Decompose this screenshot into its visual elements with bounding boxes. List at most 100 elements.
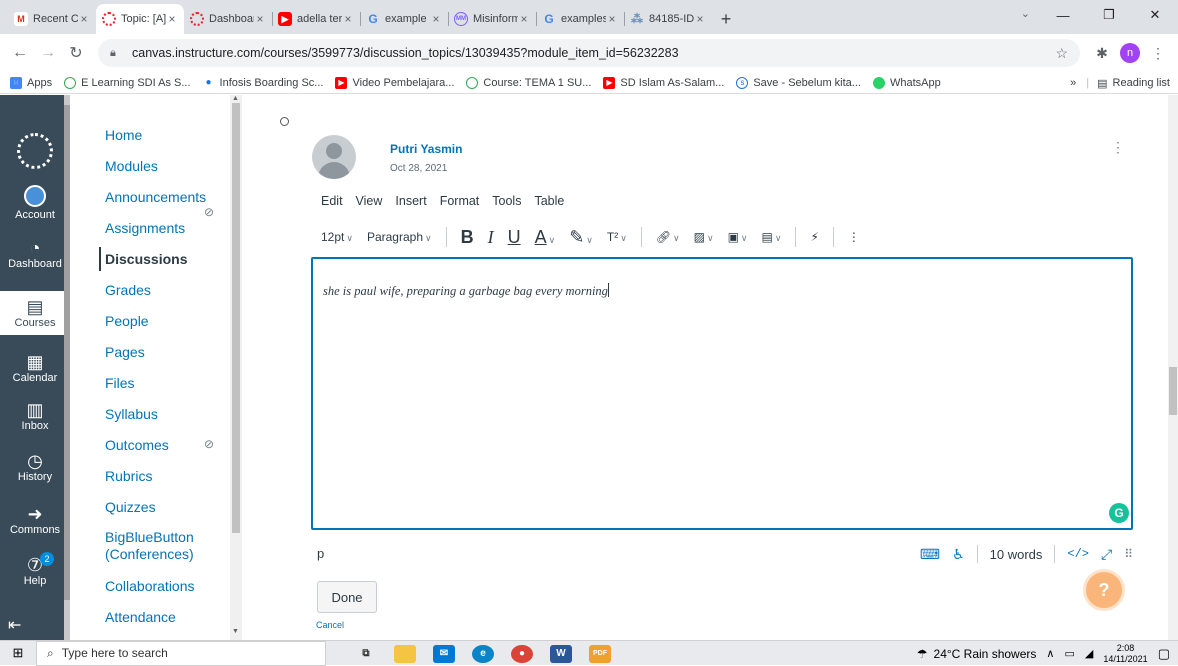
scroll-down-icon[interactable]: ▼ [232,628,239,635]
bookmark-apps[interactable]: ⁙ Apps [10,76,52,89]
author-avatar[interactable] [312,135,356,179]
collapse-nav-icon[interactable]: ⇤ [8,615,21,635]
notifications-icon[interactable]: ▢ [1158,646,1170,662]
browser-tab[interactable]: Gexample of m× [360,4,448,34]
accessibility-checker-icon[interactable]: ♿︎ [952,546,965,563]
menu-insert[interactable]: Insert [395,194,426,208]
word-count[interactable]: 10 words [990,547,1043,562]
browser-tab[interactable]: Dashboard× [184,4,272,34]
page-scrollbar[interactable] [1168,95,1178,640]
back-icon[interactable]: ← [6,39,34,67]
extensions-icon[interactable]: ✱ [1088,39,1116,67]
course-nav-conferences-sub[interactable]: (Conferences) [105,546,194,562]
close-tab-icon[interactable]: × [606,12,618,26]
close-tab-icon[interactable]: × [166,12,178,26]
weather-icon[interactable]: ☂ [917,647,928,661]
course-nav-modules[interactable]: Modules [105,158,158,174]
volume-icon[interactable]: ◢ [1085,647,1093,660]
scroll-up-icon[interactable]: ▲ [232,95,239,102]
edge-icon[interactable]: e [472,644,494,663]
chrome-icon[interactable]: ● [511,644,533,663]
course-nav-rubrics[interactable]: Rubrics [105,468,152,484]
bookmark-item[interactable]: E Learning SDI As S... [64,76,191,89]
block-format-select[interactable]: Paragraph ∨ [367,230,432,244]
browser-tab-active[interactable]: Topic: [A] Des× [96,4,184,34]
global-nav-history[interactable]: ◷ History [0,451,70,483]
more-bookmarks-icon[interactable]: » [1070,77,1076,89]
bookmark-item[interactable]: Course: TEMA 1 SU... [466,76,591,89]
underline-button[interactable]: U [508,227,521,248]
global-nav-help[interactable]: ⑦ 2 Help [0,552,70,587]
cancel-link[interactable]: Cancel [316,620,344,630]
close-tab-icon[interactable]: × [254,12,266,26]
image-button[interactable]: ▨ ∨ [694,230,714,244]
course-nav-home[interactable]: Home [105,127,142,143]
course-nav-outcomes[interactable]: Outcomes [105,437,169,453]
browser-tab[interactable]: MMMisinformatio× [448,4,536,34]
close-tab-icon[interactable]: × [342,12,354,26]
author-name[interactable]: Putri Yasmin [390,142,462,156]
profile-button[interactable]: n [1116,39,1144,67]
taskbar-clock[interactable]: 2:08 14/11/2021 [1103,643,1147,665]
course-nav-announcements[interactable]: Announcements [105,189,206,205]
bookmark-item[interactable]: ▶ SD Islam As-Salam... [603,76,724,89]
scrollbar-thumb[interactable] [1169,367,1177,415]
course-nav-syllabus[interactable]: Syllabus [105,406,158,422]
minimize-icon[interactable]: — [1040,0,1086,30]
menu-edit[interactable]: Edit [321,194,343,208]
new-tab-button[interactable]: + [712,4,740,34]
course-nav-pages[interactable]: Pages [105,344,145,360]
word-icon[interactable]: W [550,644,572,663]
taskbar-search[interactable]: ⌕ Type here to search [36,640,326,666]
global-nav-calendar[interactable]: ▦ Calendar [0,352,70,384]
more-tools-icon[interactable]: ⋮ [848,230,860,244]
global-nav-dashboard[interactable]: ◔ Dashboard [0,238,70,270]
course-nav-conferences[interactable]: BigBlueButton [105,529,194,545]
text-color-button[interactable]: A ∨ [535,227,556,248]
document-button[interactable]: ▤ ∨ [762,230,782,244]
keyboard-shortcuts-icon[interactable]: ⌨ [920,546,940,563]
resize-handle-icon[interactable]: ⠿ [1124,547,1133,561]
close-window-icon[interactable]: ✕ [1132,0,1178,30]
scrollbar-thumb[interactable] [232,103,240,533]
editor-content[interactable]: she is paul wife, preparing a garbage ba… [323,283,609,299]
task-view-icon[interactable]: ⧉ [355,645,377,663]
forward-icon[interactable]: → [34,39,62,67]
html-editor-toggle[interactable]: </> [1067,547,1089,561]
close-tab-icon[interactable]: × [694,12,706,26]
mail-icon[interactable]: ✉ [433,644,455,663]
close-tab-icon[interactable]: × [78,12,90,26]
done-button[interactable]: Done [317,581,377,613]
course-nav-grades[interactable]: Grades [105,282,151,298]
restore-icon[interactable]: ❐ [1086,0,1132,30]
network-icon[interactable]: ▭ [1064,647,1074,660]
fullscreen-icon[interactable]: ⤢ [1101,546,1112,563]
close-tab-icon[interactable]: × [518,12,530,26]
rich-content-editor[interactable]: she is paul wife, preparing a garbage ba… [311,257,1133,530]
windows-start-icon[interactable]: ⊞ [0,641,36,666]
reading-list-button[interactable]: Reading list [1113,77,1170,89]
course-nav-collaborations[interactable]: Collaborations [105,578,195,594]
italic-button[interactable]: I [488,227,494,248]
course-nav-attendance[interactable]: Attendance [105,609,176,625]
reload-icon[interactable]: ↻ [62,39,90,67]
browser-tab[interactable]: ▶adella terbaru× [272,4,360,34]
menu-view[interactable]: View [356,194,383,208]
browser-menu-icon[interactable]: ⋮ [1144,39,1172,67]
superscript-button[interactable]: T² ∨ [607,230,627,244]
browser-tab[interactable]: ⁂84185-ID-ana× [624,4,712,34]
global-nav-commons[interactable]: ➜ Commons [0,504,70,536]
course-nav-quizzes[interactable]: Quizzes [105,499,156,515]
bookmark-item[interactable]: ▶ Video Pembelajara... [335,76,454,89]
post-options-icon[interactable]: ⋮ [1111,139,1125,156]
browser-tab[interactable]: MRecent Canva× [8,4,96,34]
grammarly-icon[interactable]: G [1109,503,1129,523]
font-size-select[interactable]: 12pt ∨ [321,230,353,244]
global-nav-inbox[interactable]: ▥ Inbox [0,400,70,432]
close-tab-icon[interactable]: × [430,12,442,26]
browser-tab[interactable]: Gexamples of r× [536,4,624,34]
tab-search-icon[interactable]: ⌄ [1021,7,1030,20]
menu-tools[interactable]: Tools [492,194,521,208]
bookmark-item[interactable]: WhatsApp [872,76,941,89]
course-nav-people[interactable]: People [105,313,149,329]
